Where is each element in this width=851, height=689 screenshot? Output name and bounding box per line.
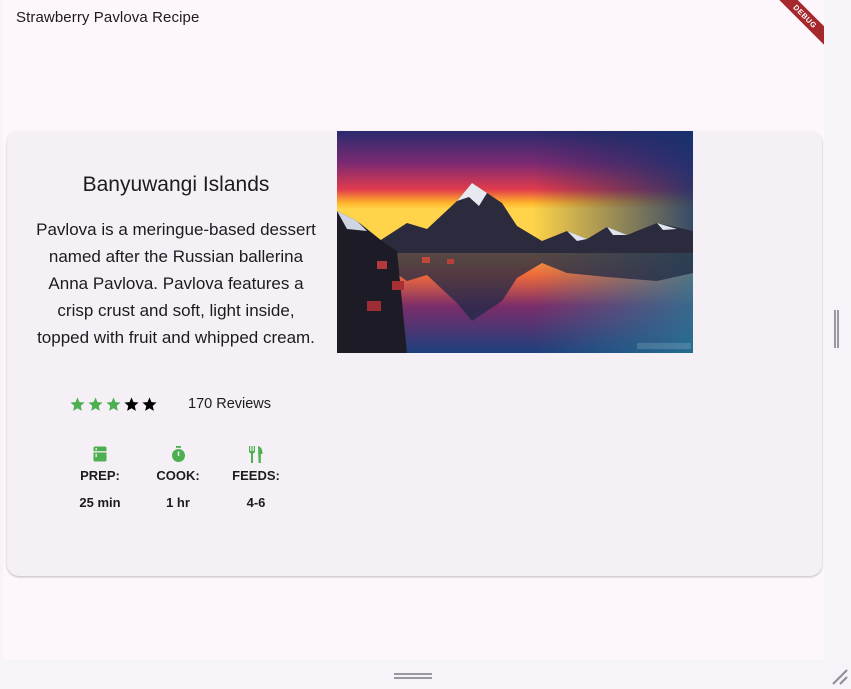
kitchen-icon: [61, 443, 139, 465]
window-resize-grip-icon[interactable]: [829, 666, 849, 686]
recipe-title: Banyuwangi Islands: [82, 173, 270, 196]
vertical-resize-handle[interactable]: [834, 310, 839, 348]
reviews-count: 170 Reviews: [188, 396, 272, 412]
timer-icon: [139, 443, 217, 465]
recipe-description: Pavlova is a meringue-based dessert name…: [36, 220, 316, 347]
star-icon: [142, 396, 157, 411]
stat-prep: PREP: 25 min: [61, 443, 139, 510]
stat-cook-value: 1 hr: [166, 495, 190, 510]
app-bar-title: Strawberry Pavlova Recipe: [16, 9, 200, 26]
rating-row: 170 Reviews: [69, 394, 271, 414]
star-icon: [124, 396, 139, 411]
stat-cook: COOK: 1 hr: [139, 443, 217, 510]
stat-feeds-value: 4-6: [246, 495, 266, 510]
stat-feeds-label: FEEDS:: [232, 468, 280, 483]
debug-banner: DEBUG: [766, 0, 824, 60]
stat-feeds: FEEDS: 4-6: [217, 443, 295, 510]
debug-banner-label: DEBUG: [768, 0, 824, 53]
star-filled-icon: [88, 396, 103, 411]
stat-cook-label: COOK:: [156, 468, 200, 483]
recipe-card: Banyuwangi Islands Pavlova is a meringue…: [7, 131, 822, 576]
star-rating: [69, 396, 158, 413]
star-filled-icon: [70, 396, 85, 411]
horizontal-resize-handle[interactable]: [394, 673, 432, 679]
star-filled-icon: [106, 396, 121, 411]
app-surface: Strawberry Pavlova Recipe DEBUG Banyuwan…: [3, 0, 824, 660]
recipe-image: [337, 131, 693, 353]
stat-prep-label: PREP:: [80, 468, 120, 483]
stat-prep-value: 25 min: [79, 495, 121, 510]
restaurant-icon: [217, 443, 295, 465]
